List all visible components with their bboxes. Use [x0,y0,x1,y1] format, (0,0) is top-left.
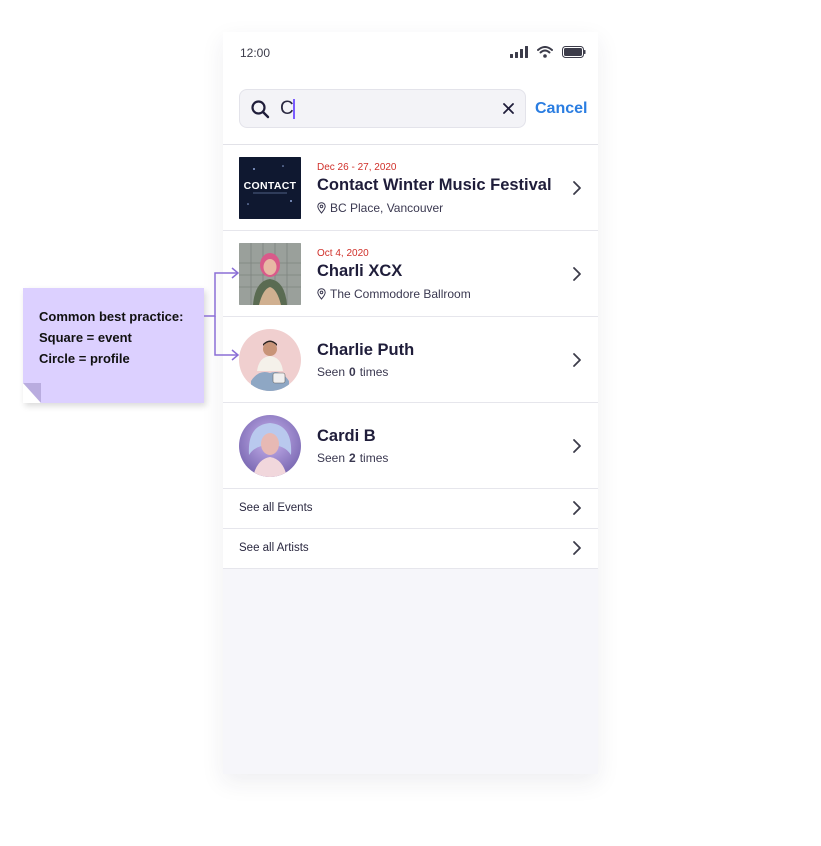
see-all-events-label: See all Events [239,502,313,514]
event-date: Oct 4, 2020 [317,248,369,259]
profile-avatar [239,329,301,391]
profile-avatar [239,415,301,477]
close-icon[interactable] [502,102,515,115]
search-header: 12:00 C Cancel [223,32,598,145]
note-fold [23,383,41,403]
status-icons [510,46,586,58]
seen-count: 2 [349,451,356,465]
result-row-event[interactable]: Oct 4, 2020 Charli XCX The Commodore Bal… [223,231,598,317]
chevron-right-icon [573,541,581,555]
event-thumbnail: CONTACT [239,157,301,219]
see-all-events-link[interactable]: See all Events [223,489,598,529]
annotation-line: Square = event [39,330,132,345]
venue-name: The Commodore Ballroom [330,287,471,301]
see-all-artists-link[interactable]: See all Artists [223,529,598,569]
chevron-right-icon [573,267,581,281]
seen-suffix: times [359,451,389,465]
event-venue: BC Place, Vancouver [317,201,443,215]
signal-icon [510,46,528,58]
text-caret [293,99,295,119]
chevron-right-icon [573,353,581,367]
cancel-button[interactable]: Cancel [535,100,587,118]
search-icon [251,100,270,119]
result-row-event[interactable]: CONTACT Dec 26 - 27, 2020 Contact Winter… [223,145,598,231]
result-row-profile[interactable]: Charlie Puth Seen 0 times [223,317,598,403]
event-logo-text: CONTACT [243,180,297,192]
profile-name: Cardi B [317,427,376,445]
see-all-artists-label: See all Artists [239,542,309,554]
chevron-right-icon [573,501,581,515]
seen-prefix: Seen [317,365,346,379]
location-pin-icon [317,202,326,214]
annotation-text: Common best practice: Square = event Cir… [39,306,183,369]
profile-seen: Seen 2 times [317,451,388,465]
event-date: Dec 26 - 27, 2020 [317,162,397,173]
result-row-profile[interactable]: Cardi B Seen 2 times [223,403,598,489]
event-venue: The Commodore Ballroom [317,287,471,301]
chevron-right-icon [573,181,581,195]
venue-name: BC Place, Vancouver [330,201,444,215]
annotation-line: Circle = profile [39,351,130,366]
battery-icon [562,46,586,58]
avatar-image [239,415,301,477]
search-input[interactable] [280,98,480,120]
event-title: Charli XCX [317,262,403,280]
chevron-right-icon [573,439,581,453]
status-time: 12:00 [240,46,271,60]
event-thumbnail [239,243,301,305]
avatar-image [239,329,301,391]
seen-suffix: times [359,365,389,379]
event-title: Contact Winter Music Festival [317,176,552,194]
profile-seen: Seen 0 times [317,365,388,379]
event-image [239,243,301,305]
search-field[interactable] [239,89,526,128]
annotation-line: Common best practice: [39,309,184,324]
seen-prefix: Seen [317,451,346,465]
results-list: CONTACT Dec 26 - 27, 2020 Contact Winter… [223,145,598,569]
seen-count: 0 [349,365,356,379]
wifi-icon [537,46,553,58]
location-pin-icon [317,288,326,300]
phone-screen: 12:00 C Cancel CONTACT Dec 26 - 27, 2020… [223,32,598,774]
profile-name: Charlie Puth [317,341,415,359]
annotation-note: Common best practice: Square = event Cir… [23,288,204,403]
